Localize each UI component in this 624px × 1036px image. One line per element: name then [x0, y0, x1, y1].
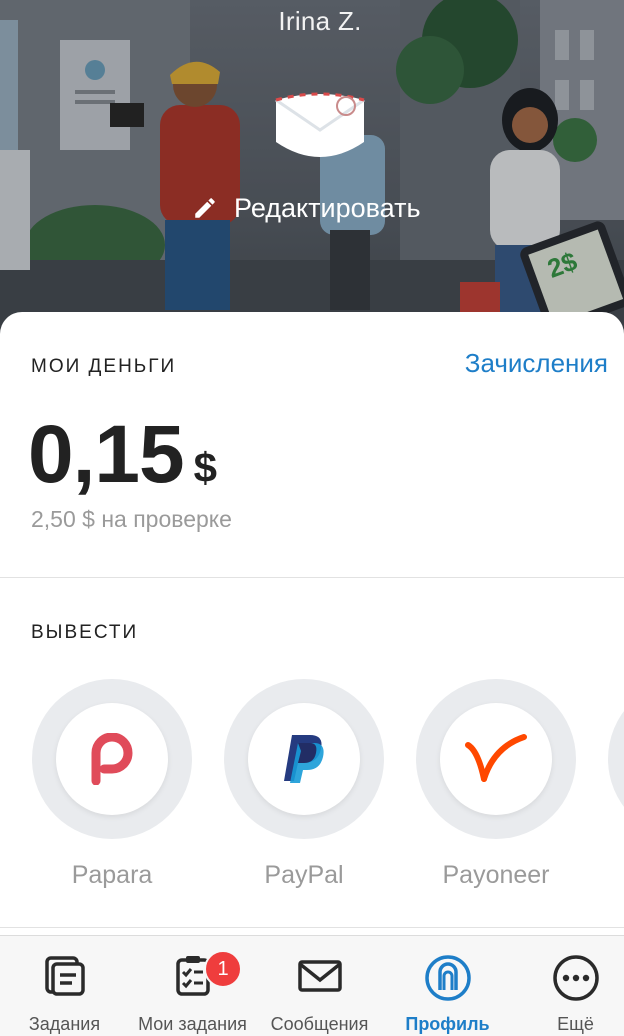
envelope-icon	[297, 960, 342, 992]
withdraw-method-paypal[interactable]: PayPal	[224, 679, 384, 890]
withdraw-methods: Papara PayPal Payoneer	[0, 679, 624, 894]
withdraw-method-more[interactable]	[608, 679, 624, 839]
profile-icon	[424, 955, 471, 1001]
divider	[0, 577, 624, 578]
nav-more-label: Ещё	[557, 1014, 594, 1034]
balance-currency: $	[193, 444, 217, 491]
nav-profile[interactable]: Профиль	[385, 936, 510, 1036]
nav-profile-label: Профиль	[405, 1014, 490, 1034]
header-illustration: 2$	[0, 0, 624, 340]
payoneer-logo-icon	[465, 734, 527, 782]
withdraw-method-payoneer[interactable]: Payoneer	[416, 679, 576, 890]
withdraw-title: ВЫВЕСТИ	[31, 622, 139, 643]
withdraw-method-label: Payoneer	[442, 861, 550, 889]
my-money-title: МОИ ДЕНЬГИ	[31, 356, 177, 377]
envelope-avatar-icon	[275, 92, 365, 157]
nav-tasks[interactable]: Задания	[2, 936, 127, 1036]
balance: 0,15 $	[28, 408, 217, 502]
paypal-logo-icon	[284, 735, 324, 783]
nav-my-tasks[interactable]: 1 Мои задания	[130, 936, 255, 1036]
edit-profile-label: Редактировать	[234, 192, 421, 223]
avatar[interactable]	[272, 92, 368, 167]
notification-badge: 1	[204, 950, 242, 988]
balance-amount: 0,15	[28, 409, 185, 500]
divider	[0, 927, 624, 928]
pencil-icon	[195, 198, 215, 218]
profile-header: 2$ Irina Z. Редактировать	[0, 0, 624, 340]
bottom-navigation: Задания 1 Мои задания Сообщения Профиль	[0, 935, 624, 1036]
money-sheet: МОИ ДЕНЬГИ Зачисления 0,15 $ 2,50 $ на п…	[0, 312, 624, 932]
papara-logo-icon	[91, 733, 133, 785]
tasks-icon	[44, 956, 85, 996]
withdraw-method-label: PayPal	[264, 861, 344, 889]
nav-more[interactable]: Ещё	[513, 936, 624, 1036]
nav-messages-label: Сообщения	[270, 1014, 369, 1034]
profile-name: Irina Z.	[278, 6, 362, 36]
nav-messages[interactable]: Сообщения	[257, 936, 382, 1036]
nav-tasks-label: Задания	[28, 1014, 101, 1034]
withdraw-method-papara[interactable]: Papara	[32, 679, 192, 890]
withdraw-method-label: Papara	[71, 861, 153, 889]
nav-my-tasks-label: Мои задания	[138, 1014, 247, 1034]
more-icon	[552, 955, 599, 1001]
edit-profile-link[interactable]: Редактировать	[192, 188, 421, 228]
pending-amount: 2,50 $ на проверке	[31, 506, 232, 532]
accruals-link[interactable]: Зачисления	[465, 348, 608, 379]
